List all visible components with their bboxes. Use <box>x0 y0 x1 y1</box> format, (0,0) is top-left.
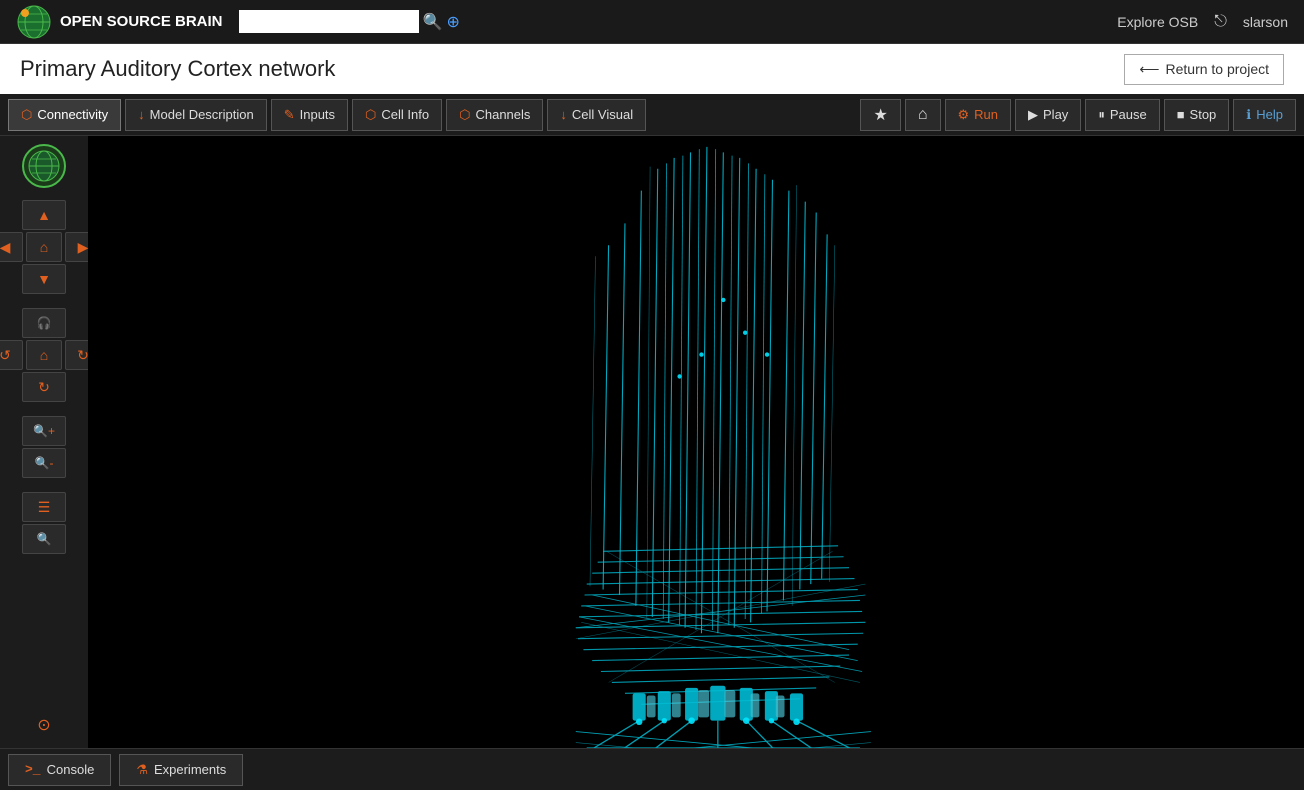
console-label: Console <box>47 762 95 777</box>
run-label: Run <box>974 107 998 122</box>
nav-down-button[interactable]: ▼ <box>22 264 66 294</box>
logo-area: OPEN SOURCE BRAIN <box>16 4 223 40</box>
channels-tab-label: Channels <box>475 107 530 122</box>
nav-left-button[interactable]: ◀ <box>0 232 23 262</box>
model-desc-tab-label: Model Description <box>150 107 254 122</box>
channels-tab-icon: ⬡ <box>459 107 470 123</box>
neural-network-visualization <box>88 136 1304 748</box>
osb-logo <box>16 4 52 40</box>
home2-button[interactable]: ⌂ <box>26 340 62 370</box>
title-bar: Primary Auditory Cortex network ⟵ Return… <box>0 44 1304 94</box>
tab-cell-info[interactable]: ⬡ Cell Info <box>352 99 442 131</box>
cell-visual-tab-icon: ↓ <box>560 107 567 122</box>
run-button[interactable]: ⚙ Run <box>945 99 1012 131</box>
pause-icon: ⏸ <box>1098 107 1105 123</box>
main-area: ▲ ◀ ⌂ ▶ ▼ 🎧 ↺ ⌂ ↻ ↻ 🔍+ 🔍- ☰ 🔍 <box>0 136 1304 748</box>
connectivity-tab-label: Connectivity <box>37 107 108 122</box>
zoom-out-button[interactable]: 🔍- <box>22 448 66 478</box>
return-icon: ⟵ <box>1139 61 1159 78</box>
username-label: slarson <box>1243 14 1288 30</box>
cell-info-tab-icon: ⬡ <box>365 107 376 123</box>
headphone-button[interactable]: 🎧 <box>22 308 66 338</box>
sidebar-globe-icon <box>22 144 66 188</box>
help-icon: ℹ <box>1246 107 1251 123</box>
search3-button[interactable]: 🔍 <box>22 524 66 554</box>
right-toolbar: ★ ⌂ ⚙ Run ▶ Play ⏸ Pause ■ Stop ℹ Help <box>860 99 1304 131</box>
tab-channels[interactable]: ⬡ Channels <box>446 99 543 131</box>
tab-connectivity[interactable]: ⬡ Connectivity <box>8 99 121 131</box>
stop-button[interactable]: ■ Stop <box>1164 99 1230 131</box>
help-button[interactable]: ℹ Help <box>1233 99 1296 131</box>
play-label: Play <box>1043 107 1068 122</box>
tab-inputs[interactable]: ✎ Inputs <box>271 99 348 131</box>
pause-label: Pause <box>1110 107 1147 122</box>
add-search-button[interactable]: ⊕ <box>446 12 459 32</box>
list-button[interactable]: ☰ <box>22 492 66 522</box>
return-to-project-button[interactable]: ⟵ Return to project <box>1124 54 1284 85</box>
connectivity-tab-icon: ⬡ <box>21 107 32 123</box>
pause-button[interactable]: ⏸ Pause <box>1085 99 1159 131</box>
top-navigation: OPEN SOURCE BRAIN 🔍 ⊕ Explore OSB ⎋ slar… <box>0 0 1304 44</box>
inputs-tab-label: Inputs <box>300 107 335 122</box>
project-title: Primary Auditory Cortex network <box>20 56 335 82</box>
star-button[interactable]: ★ <box>860 99 900 131</box>
explore-osb-link[interactable]: Explore OSB <box>1117 14 1198 30</box>
cell-info-tab-label: Cell Info <box>381 107 429 122</box>
console-tab[interactable]: >_ Console <box>8 754 111 786</box>
left-sidebar: ▲ ◀ ⌂ ▶ ▼ 🎧 ↺ ⌂ ↻ ↻ 🔍+ 🔍- ☰ 🔍 <box>0 136 88 748</box>
zoom-in-button[interactable]: 🔍+ <box>22 416 66 446</box>
inputs-tab-icon: ✎ <box>284 107 295 123</box>
logo-text: OPEN SOURCE BRAIN <box>60 13 223 30</box>
run-icon: ⚙ <box>958 107 970 123</box>
experiments-tab[interactable]: ⚗ Experiments <box>119 754 243 786</box>
canvas-area <box>88 136 1304 748</box>
search-input[interactable] <box>239 10 419 33</box>
play-icon: ▶ <box>1028 107 1038 123</box>
github-button[interactable]: ⊙ <box>22 710 66 740</box>
search-area: 🔍 ⊕ <box>239 10 460 33</box>
stop-label: Stop <box>1190 107 1217 122</box>
stop-icon: ■ <box>1177 107 1185 122</box>
undo-button[interactable]: ↺ <box>0 340 23 370</box>
nav-up-button[interactable]: ▲ <box>22 200 66 230</box>
search-button[interactable]: 🔍 <box>423 12 443 32</box>
nav-center-button[interactable]: ⌂ <box>26 232 62 262</box>
experiments-icon: ⚗ <box>136 762 148 778</box>
refresh-button[interactable]: ↻ <box>22 372 66 402</box>
return-label: Return to project <box>1166 61 1270 77</box>
tab-cell-visual[interactable]: ↓ Cell Visual <box>547 99 646 131</box>
nav-right: Explore OSB ⎋ slarson <box>1117 13 1288 31</box>
share-icon[interactable]: ⎋ <box>1214 13 1227 31</box>
play-button[interactable]: ▶ Play <box>1015 99 1081 131</box>
home-button[interactable]: ⌂ <box>905 99 941 131</box>
bottom-bar: >_ Console ⚗ Experiments <box>0 748 1304 790</box>
experiments-label: Experiments <box>154 762 226 777</box>
console-icon: >_ <box>25 762 41 777</box>
tab-model-description[interactable]: ↓ Model Description <box>125 99 267 131</box>
tab-toolbar: ⬡ Connectivity ↓ Model Description ✎ Inp… <box>0 94 1304 136</box>
model-desc-tab-icon: ↓ <box>138 107 145 122</box>
help-label: Help <box>1256 107 1283 122</box>
cell-visual-tab-label: Cell Visual <box>572 107 633 122</box>
